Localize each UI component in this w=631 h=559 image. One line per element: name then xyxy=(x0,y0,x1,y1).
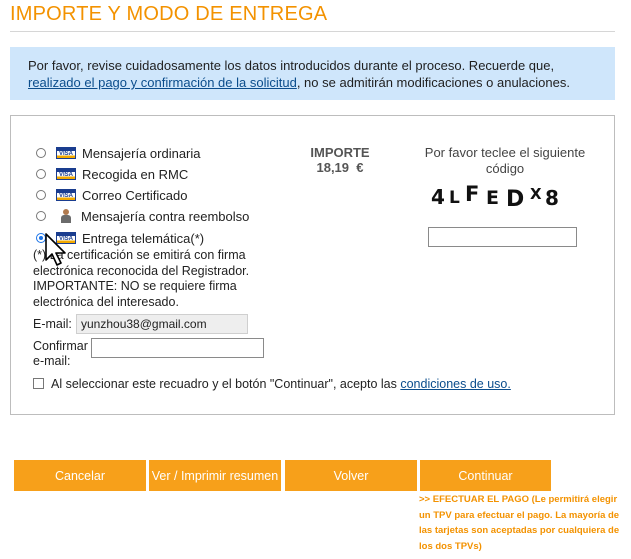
payment-note: >> EFECTUAR EL PAGO (Le permitirá elegir… xyxy=(419,494,620,552)
importe-currency: € xyxy=(356,160,364,175)
option-label: Entrega telemática(*) xyxy=(82,230,205,246)
option-label: Mensajería contra reembolso xyxy=(81,208,250,224)
radio-mensajeria-ordinaria[interactable] xyxy=(36,148,46,158)
svg-text:8: 8 xyxy=(545,186,559,210)
notice-text: Por favor, revise cuidadosamente los dat… xyxy=(28,58,555,73)
radio-contra-reembolso[interactable] xyxy=(36,211,46,221)
importe-amount: 18,19 xyxy=(316,160,350,175)
confirm-email-label: Confirmar e-mail: xyxy=(33,339,88,369)
notice-banner: Por favor, revise cuidadosamente los dat… xyxy=(10,47,615,100)
note-important: IMPORTANTE: NO se requiere firma electró… xyxy=(33,279,237,309)
continue-button[interactable]: Continuar xyxy=(420,460,551,491)
svg-text:F: F xyxy=(465,182,479,206)
mouse-cursor-icon xyxy=(45,233,66,266)
option-label: Mensajería ordinaria xyxy=(82,145,201,161)
visa-card-icon: VISA xyxy=(56,147,76,159)
confirm-email-label-line1: Confirmar xyxy=(33,339,88,353)
option-label: Recogida en RMC xyxy=(82,166,189,182)
visa-card-icon: VISA xyxy=(56,189,76,201)
title-divider xyxy=(10,31,615,32)
terms-checkbox[interactable] xyxy=(33,378,44,389)
confirm-email-label-line2: e-mail: xyxy=(33,354,71,368)
terms-text: Al seleccionar este recuadro y el botón … xyxy=(51,377,511,391)
svg-text:E: E xyxy=(486,187,499,209)
back-button[interactable]: Volver xyxy=(285,460,417,491)
email-label: E-mail: xyxy=(33,317,72,331)
terms-label: Al seleccionar este recuadro y el botón … xyxy=(51,377,401,391)
person-icon xyxy=(59,209,73,223)
cancel-button[interactable]: Cancelar xyxy=(14,460,146,491)
option-contra-reembolso[interactable]: Mensajería contra reembolso xyxy=(36,207,249,225)
notice-text-end: , no se admitirán modificaciones o anula… xyxy=(296,75,570,90)
radio-recogida-rmc[interactable] xyxy=(36,169,46,179)
importe-value: 18,19 € xyxy=(305,160,375,175)
option-recogida-rmc[interactable]: VISA Recogida en RMC xyxy=(36,165,188,183)
option-label: Correo Certificado xyxy=(82,187,188,203)
option-correo-certificado[interactable]: VISA Correo Certificado xyxy=(36,186,188,204)
visa-card-icon: VISA xyxy=(56,168,76,180)
option-mensajeria-ordinaria[interactable]: VISA Mensajería ordinaria xyxy=(36,144,201,162)
page-title: IMPORTE Y MODO DE ENTREGA xyxy=(10,3,328,25)
captcha-image: 4 L F E D X 8 xyxy=(431,182,559,211)
importe-label: IMPORTE xyxy=(310,145,370,160)
print-summary-button[interactable]: Ver / Imprimir resumen xyxy=(149,460,281,491)
svg-text:D: D xyxy=(506,187,524,211)
terms-link[interactable]: condiciones de uso. xyxy=(400,377,511,391)
svg-text:L: L xyxy=(449,188,460,208)
svg-text:X: X xyxy=(530,185,542,203)
email-field[interactable]: yunzhou38@gmail.com xyxy=(76,314,248,334)
confirm-email-field[interactable] xyxy=(91,338,264,358)
svg-text:4: 4 xyxy=(431,185,445,209)
captcha-prompt: Por favor teclee el siguiente código xyxy=(424,145,586,176)
notice-link[interactable]: realizado el pago y confirmación de la s… xyxy=(28,75,297,90)
radio-correo-certificado[interactable] xyxy=(36,190,46,200)
captcha-input[interactable] xyxy=(428,227,577,247)
